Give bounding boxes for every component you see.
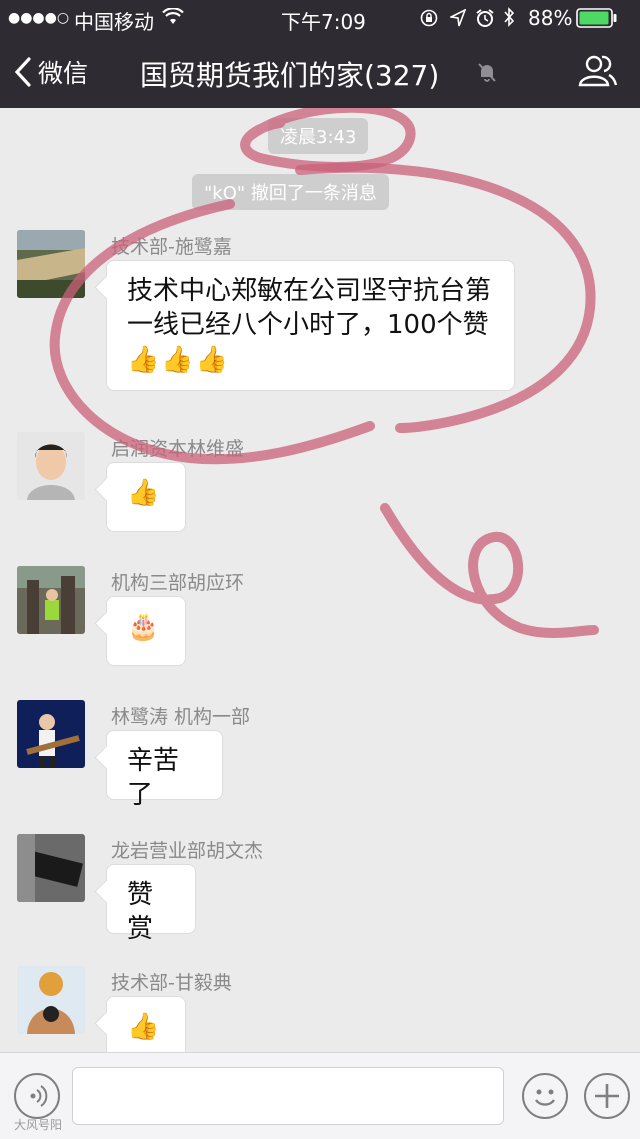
message-list[interactable]: 凌晨3:43 "kO" 撤回了一条消息 技术部-施鹭嘉 技术中心郑敏在公司坚守抗…: [0, 108, 640, 1052]
rotation-lock-icon: [420, 8, 438, 32]
recall-notice: "kO" 撤回了一条消息: [192, 174, 389, 210]
thumbs-up-icon: 👍: [161, 344, 194, 375]
back-button[interactable]: 微信: [14, 50, 88, 94]
sender-name: 技术部-甘毅典: [111, 972, 232, 994]
voice-icon: [30, 1085, 48, 1107]
avatar[interactable]: [17, 566, 85, 634]
avatar[interactable]: [17, 700, 85, 768]
mute-bell-icon: [476, 61, 498, 87]
voice-input-button[interactable]: [14, 1073, 60, 1119]
message-bubble[interactable]: 👍: [106, 996, 186, 1052]
more-actions-button[interactable]: [584, 1073, 630, 1119]
thumbs-up-icon: 👍: [127, 478, 160, 508]
sender-name: 机构三部胡应环: [111, 572, 245, 594]
group-info-button[interactable]: [578, 54, 618, 92]
wifi-icon: [162, 7, 184, 31]
group-members-icon: [578, 55, 618, 87]
battery-percent: 88%: [528, 6, 573, 30]
bluetooth-icon: [503, 6, 515, 33]
message-input[interactable]: [72, 1067, 504, 1125]
message-text: 辛苦了: [127, 746, 180, 810]
watermark: 大风号阳: [14, 1118, 63, 1132]
message-bubble[interactable]: 🎂: [106, 596, 186, 666]
sender-name: 技术部-施鹭嘉: [111, 236, 232, 258]
birthday-cake-icon: 🎂: [127, 612, 160, 642]
message-bubble[interactable]: 👍: [106, 462, 186, 532]
message-text: 赞赏: [127, 880, 154, 944]
message-bubble[interactable]: 技术中心郑敏在公司坚守抗台第一线已经八个小时了，100个赞 👍 👍 👍: [106, 260, 515, 391]
back-label: 微信: [38, 59, 89, 88]
alarm-icon: [475, 8, 495, 33]
sender-name: 林鹭涛 机构一部: [111, 706, 251, 728]
plus-icon: [595, 1084, 619, 1108]
thumbs-up-icon: 👍: [127, 1012, 160, 1042]
signal-strength: ●●●●○: [8, 10, 70, 26]
chevron-left-icon: [14, 57, 31, 87]
scribble-annotation: [49, 108, 599, 638]
message-bubble[interactable]: 赞赏: [106, 864, 196, 944]
clock: 下午7:09: [281, 10, 366, 34]
group-title: 国贸期货我们的家(327): [140, 59, 440, 92]
avatar[interactable]: [17, 230, 85, 298]
carrier-name: 中国移动: [74, 10, 154, 34]
input-bar: [0, 1052, 640, 1139]
timestamp-pill: 凌晨3:43: [268, 118, 369, 154]
avatar[interactable]: [17, 834, 85, 902]
chat-header: 微信 国贸期货我们的家(327): [0, 36, 640, 108]
location-icon: [448, 8, 467, 32]
avatar[interactable]: [17, 432, 85, 500]
avatar[interactable]: [17, 966, 85, 1034]
thumbs-up-icon: 👍: [127, 344, 160, 375]
sender-name: 启润资本林维盛: [111, 438, 245, 460]
emoji-button[interactable]: [522, 1073, 568, 1119]
sender-name: 龙岩营业部胡文杰: [111, 840, 264, 862]
status-bar: ●●●●○ 中国移动 下午7:09 88%: [0, 0, 640, 36]
message-bubble[interactable]: 辛苦了: [106, 730, 223, 810]
message-text: 技术中心郑敏在公司坚守抗台第一线已经八个小时了，100个赞: [127, 276, 492, 340]
smiley-icon: [534, 1089, 556, 1106]
battery-icon: [576, 8, 618, 33]
thumbs-up-icon: 👍: [195, 344, 229, 375]
